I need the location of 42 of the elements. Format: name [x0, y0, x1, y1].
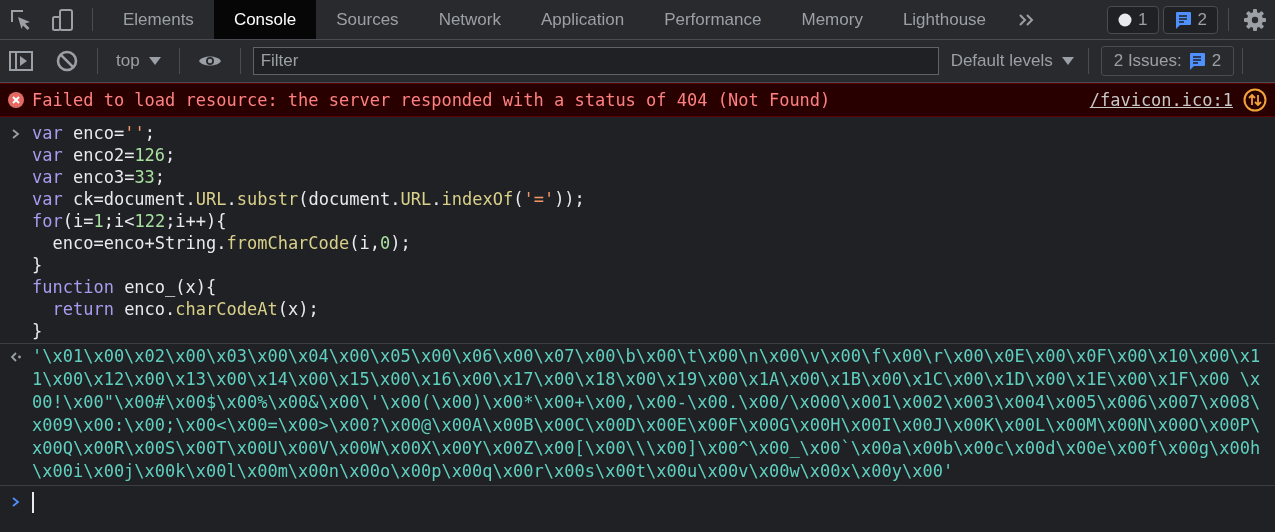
- code-line: return enco.charCodeAt(x);: [51, 298, 320, 320]
- caret-icon: [1061, 56, 1074, 66]
- code-line: var enco='';: [32, 122, 156, 144]
- panel-tab[interactable]: Performance: [644, 0, 782, 39]
- error-icon: [8, 92, 24, 108]
- dot-icon: [1118, 12, 1133, 27]
- panel-tab[interactable]: Network: [418, 0, 521, 39]
- code-line: for(i=1;i<122;i++){: [32, 210, 228, 232]
- caret-icon: [148, 56, 161, 66]
- code-line: function enco_(x){: [32, 276, 218, 298]
- source-link[interactable]: /favicon.ico:1: [1089, 88, 1233, 112]
- filter-field[interactable]: Filter: [252, 47, 939, 75]
- text-cursor: [32, 491, 34, 513]
- message-icon: [1173, 10, 1192, 29]
- code-line: var enco2=126;: [32, 144, 177, 166]
- code-line: }: [32, 254, 44, 276]
- panel-tab[interactable]: Memory: [781, 0, 883, 39]
- device-icon[interactable]: [51, 7, 75, 32]
- code-line: enco=enco+String.fromCharCode(i,0);: [51, 232, 412, 254]
- panel-tab[interactable]: Application: [521, 0, 645, 39]
- message-icon: [1187, 52, 1206, 70]
- settings-icon[interactable]: [1243, 7, 1267, 32]
- panel-tab[interactable]: Sources: [316, 0, 419, 39]
- code-line: var enco3=33;: [32, 166, 167, 188]
- info-badge[interactable]: 1: [1107, 5, 1159, 34]
- prompt-chevron-icon: [11, 496, 21, 508]
- sidebar-toggle-icon[interactable]: [9, 50, 33, 72]
- issues-button[interactable]: 2 Issues: 2: [1100, 46, 1235, 76]
- issues-badge[interactable]: 2: [1162, 5, 1218, 34]
- result-arrow-icon: [10, 350, 22, 363]
- panel-tab[interactable]: Lighthouse: [882, 0, 1007, 39]
- clear-icon[interactable]: [56, 50, 78, 72]
- arrows-circle-icon[interactable]: [1243, 88, 1267, 112]
- panel-tab[interactable]: Console: [213, 0, 317, 39]
- levels-dropdown[interactable]: Default levels: [938, 51, 1084, 71]
- error-message: Failed to load resource: the server responded with a status of 404 (Not Found): [32, 88, 831, 112]
- result-string: '\x01\x00\x02\x00\x03\x00\x04\x00\x05\x00\x06\x00\x07\x00\b\x00\t\x00\n\x00\v\x00\f\x00\r\x00\x0E\x00\x0F\x00\x10\x00\x11\x00\x12\x00\x13\x00\x14\x00\x15\x00\x16\x00\x17\x00\x18\x00\x19\x00\x1A\x00\x1B\x00\x1C\x00\x1D\x00\x1E\x00\x1F\x00 \x00!\x00"\x00#\x00$\x00%\x00&\x00\'\x00(\x00)\x00*\x00+\x00,\x00-\x00.\x00/\x000\x001\x002\x003\x004\x005\x006\x007\x008\x009\x00:\x00;\x00<\x00=\x00>\x00?\x00@\x00A\x00B\x00C\x00D\x00E\x00F\x00G\x00H\x00I\x00J\x00K\x00L\x00M\x00N\x00O\x00P\x00Q\x00R\x00S\x00T\x00U\x00V\x00W\x00X\x00Y\x00Z\x00[\x00\\\x00]\x00^\x00_\x00`\x00a\x00b\x00c\x00d\x00e\x00f\x00g\x00h\x00i\x00j\x00k\x00l\x00m\x00n\x00o\x00p\x00q\x00r\x00s\x00t\x00u\x00v\x00w\x00x\x00y\x00': [32, 345, 1261, 483]
- context-dropdown[interactable]: top: [106, 51, 171, 71]
- code-line: var ck=document.URL.substr(document.URL.indexOf('='));: [32, 188, 585, 210]
- code-line: }: [32, 320, 44, 342]
- chevron-icon: [11, 127, 21, 140]
- panel-tab[interactable]: Elements: [103, 0, 214, 39]
